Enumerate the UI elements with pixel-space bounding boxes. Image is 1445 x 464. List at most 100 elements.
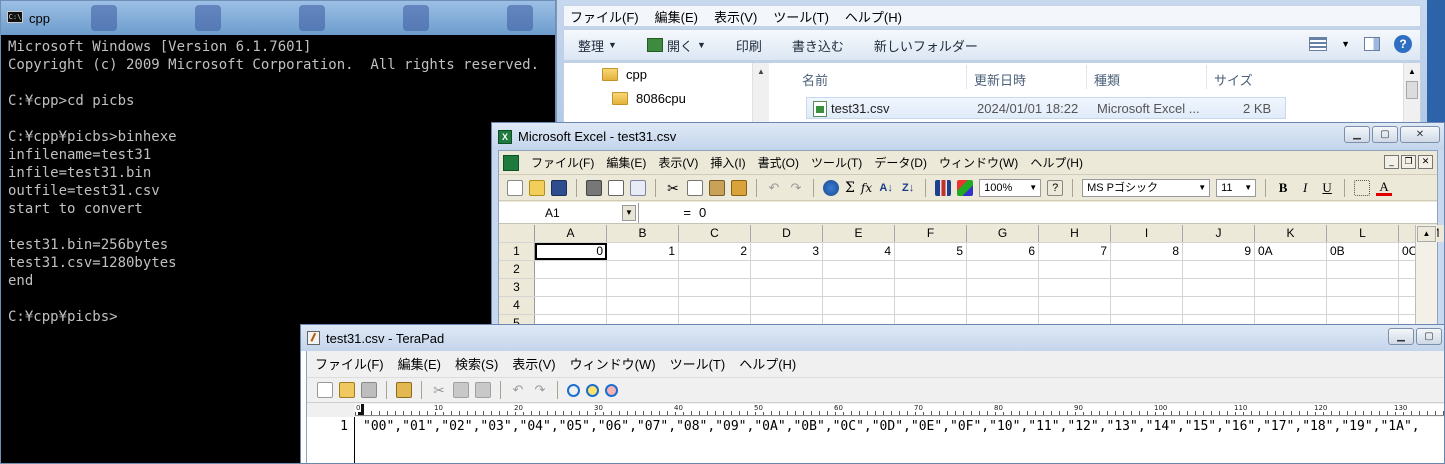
hyperlink-icon[interactable] bbox=[823, 179, 839, 196]
cell-a1[interactable]: 0 bbox=[535, 243, 607, 260]
workbook-icon[interactable] bbox=[503, 154, 519, 171]
cell[interactable]: 1 bbox=[607, 243, 679, 260]
column-header[interactable]: I bbox=[1111, 225, 1183, 242]
cell[interactable] bbox=[1111, 297, 1183, 314]
column-header-type[interactable]: 種類 bbox=[1094, 70, 1120, 89]
row-header[interactable]: 2 bbox=[499, 261, 535, 278]
close-button[interactable]: ✕ bbox=[1400, 126, 1440, 143]
explorer-menu-edit[interactable]: 編集(E) bbox=[655, 7, 698, 26]
column-header[interactable]: E bbox=[823, 225, 895, 242]
cell[interactable] bbox=[823, 297, 895, 314]
excel-menu-file[interactable]: ファイル(F) bbox=[531, 154, 594, 171]
cell[interactable] bbox=[823, 261, 895, 278]
italic-button[interactable]: I bbox=[1297, 180, 1313, 196]
sort-descending-icon[interactable]: Z↓ bbox=[900, 180, 916, 196]
cell[interactable] bbox=[1255, 261, 1327, 278]
cell[interactable] bbox=[1111, 279, 1183, 296]
cell[interactable]: 9 bbox=[1183, 243, 1255, 260]
cell[interactable] bbox=[751, 261, 823, 278]
redo-icon[interactable]: ↷ bbox=[788, 180, 804, 196]
column-header[interactable]: B bbox=[607, 225, 679, 242]
cell[interactable] bbox=[1183, 261, 1255, 278]
copy-icon[interactable] bbox=[453, 382, 469, 398]
explorer-menu-help[interactable]: ヘルプ(H) bbox=[845, 7, 902, 26]
column-header-name[interactable]: 名前 bbox=[802, 70, 828, 89]
scroll-up-icon[interactable]: ▲ bbox=[1404, 67, 1420, 76]
column-header-date[interactable]: 更新日時 bbox=[974, 70, 1026, 89]
cell[interactable] bbox=[535, 279, 607, 296]
preview-pane-icon[interactable] bbox=[1364, 37, 1380, 51]
terapad-menu-file[interactable]: ファイル(F) bbox=[315, 354, 384, 373]
open-folder-icon[interactable] bbox=[529, 179, 545, 196]
organize-button[interactable]: 整理 ▼ bbox=[578, 36, 617, 55]
cell[interactable]: 4 bbox=[823, 243, 895, 260]
burn-button[interactable]: 書き込む bbox=[792, 36, 844, 55]
chevron-down-icon[interactable]: ▼ bbox=[622, 204, 636, 221]
spreadsheet-grid[interactable]: A B C D E F G H I J K L M 1 0 1 2 3 4 bbox=[499, 225, 1444, 331]
cell[interactable] bbox=[1039, 279, 1111, 296]
column-header[interactable]: H bbox=[1039, 225, 1111, 242]
paste-icon[interactable] bbox=[709, 179, 725, 196]
minimize-button[interactable]: ▁ bbox=[1344, 126, 1370, 143]
cell[interactable] bbox=[751, 279, 823, 296]
undo-icon[interactable]: ↶ bbox=[766, 180, 782, 196]
excel-menu-insert[interactable]: 挿入(I) bbox=[710, 154, 745, 171]
terapad-titlebar[interactable]: test31.csv - TeraPad ▁ ▢ bbox=[301, 325, 1444, 351]
grid-scrollbar[interactable]: ▲ bbox=[1415, 225, 1437, 330]
search-next-icon[interactable] bbox=[586, 383, 599, 397]
open-folder-icon[interactable] bbox=[339, 382, 355, 398]
nav-item-cpp[interactable]: cpp bbox=[602, 67, 647, 82]
row-header[interactable]: 4 bbox=[499, 297, 535, 314]
row-header[interactable]: 3 bbox=[499, 279, 535, 296]
font-size-select[interactable]: 11 ▼ bbox=[1216, 178, 1257, 197]
cell[interactable] bbox=[823, 279, 895, 296]
file-list-scrollbar[interactable]: ▲ bbox=[1403, 63, 1420, 129]
excel-menu-tools[interactable]: ツール(T) bbox=[811, 154, 862, 171]
cell[interactable] bbox=[1183, 279, 1255, 296]
help-icon[interactable]: ? bbox=[1047, 179, 1064, 196]
new-icon[interactable] bbox=[507, 179, 523, 196]
help-icon[interactable]: ? bbox=[1394, 35, 1412, 53]
cell[interactable] bbox=[679, 261, 751, 278]
cell[interactable] bbox=[1327, 297, 1399, 314]
scrollbar-thumb[interactable] bbox=[1406, 81, 1418, 99]
column-header[interactable]: C bbox=[679, 225, 751, 242]
cell[interactable] bbox=[895, 297, 967, 314]
cell[interactable]: 0B bbox=[1327, 243, 1399, 260]
cell[interactable]: 6 bbox=[967, 243, 1039, 260]
terapad-window[interactable]: test31.csv - TeraPad ▁ ▢ ファイル(F) 編集(E) 検… bbox=[300, 324, 1445, 464]
excel-menu-window[interactable]: ウィンドウ(W) bbox=[939, 154, 1018, 171]
excel-menu-data[interactable]: データ(D) bbox=[874, 154, 927, 171]
cell[interactable] bbox=[1255, 297, 1327, 314]
terapad-menu-help[interactable]: ヘルプ(H) bbox=[739, 354, 796, 373]
maximize-button[interactable]: ▢ bbox=[1416, 328, 1442, 345]
save-icon[interactable] bbox=[551, 179, 567, 196]
scroll-up-icon[interactable]: ▲ bbox=[1417, 226, 1436, 242]
chevron-down-icon[interactable]: ▼ bbox=[1341, 39, 1350, 49]
terapad-menu-tools[interactable]: ツール(T) bbox=[670, 354, 726, 373]
file-row[interactable]: test31.csv 2024/01/01 18:22 Microsoft Ex… bbox=[806, 97, 1286, 119]
cell[interactable] bbox=[1183, 297, 1255, 314]
column-header-size[interactable]: サイズ bbox=[1214, 70, 1253, 89]
redo-icon[interactable]: ↷ bbox=[532, 382, 548, 398]
cell[interactable] bbox=[1039, 297, 1111, 314]
column-header[interactable]: A bbox=[535, 225, 607, 242]
cell[interactable] bbox=[895, 261, 967, 278]
cell[interactable] bbox=[679, 279, 751, 296]
sort-ascending-icon[interactable]: A↓ bbox=[878, 180, 894, 196]
cut-icon[interactable]: ✂ bbox=[665, 180, 681, 196]
nav-item-8086cpu[interactable]: 8086cpu bbox=[612, 91, 686, 106]
excel-menu-help[interactable]: ヘルプ(H) bbox=[1030, 154, 1083, 171]
cell[interactable]: 7 bbox=[1039, 243, 1111, 260]
search-icon[interactable] bbox=[567, 383, 580, 397]
terapad-menu-search[interactable]: 検索(S) bbox=[455, 354, 498, 373]
cell[interactable] bbox=[1111, 261, 1183, 278]
zoom-select[interactable]: 100% ▼ bbox=[979, 178, 1042, 197]
chart-wizard-icon[interactable] bbox=[935, 179, 952, 196]
formula-input[interactable]: 0 bbox=[699, 205, 706, 220]
print-preview-icon[interactable] bbox=[608, 179, 624, 196]
view-options-icon[interactable] bbox=[1309, 37, 1328, 51]
undo-icon[interactable]: ↶ bbox=[510, 382, 526, 398]
new-folder-button[interactable]: 新しいフォルダー bbox=[874, 36, 978, 55]
cell[interactable]: 5 bbox=[895, 243, 967, 260]
